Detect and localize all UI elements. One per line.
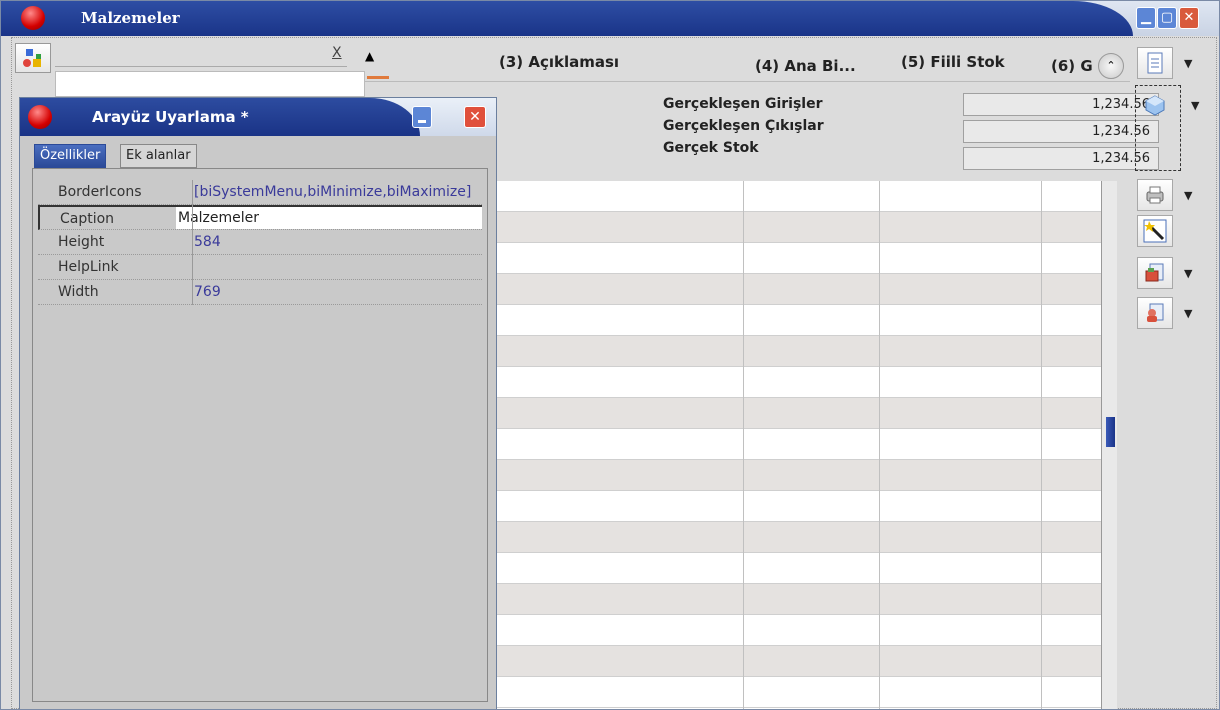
close-button[interactable]: ✕ — [1179, 7, 1199, 29]
total-label-cikislar: Gerçekleşen Çıkışlar — [663, 118, 824, 134]
dialog-orb-icon[interactable] — [28, 105, 52, 129]
minimize-button[interactable]: ▁ — [1136, 7, 1156, 29]
property-row[interactable]: HelpLink — [38, 255, 482, 280]
window-title: Malzemeler — [81, 9, 180, 27]
title-bar: Malzemeler ▁ ▢ ✕ — [1, 1, 1219, 36]
table-row[interactable] — [497, 367, 1101, 398]
property-name: BorderIcons — [58, 184, 142, 200]
total-value-gercek-stok: 1,234.56 — [963, 147, 1159, 170]
shapes-icon — [23, 49, 41, 67]
scrollbar-thumb[interactable] — [1106, 417, 1115, 447]
dialog-title: Arayüz Uyarlama * — [92, 108, 249, 126]
filter-input[interactable] — [55, 45, 347, 67]
tab-ozellikler[interactable]: Özellikler — [34, 144, 107, 168]
total-value-girisler: 1,234.56 — [963, 93, 1159, 116]
column-header-6[interactable]: (6) G — [1051, 57, 1093, 75]
minimize-icon — [418, 120, 426, 123]
property-value: 769 — [194, 284, 221, 300]
dialog-title-bar: Arayüz Uyarlama * ✕ — [20, 98, 496, 136]
table-row[interactable] — [497, 274, 1101, 305]
sort-indicator — [367, 76, 389, 79]
column-header-fiili-stok[interactable]: (5) Fiili Stok — [901, 53, 1005, 71]
property-row[interactable]: Height 584 — [38, 230, 482, 255]
wizard-button[interactable] — [1137, 215, 1173, 247]
property-value: [biSystemMenu,biMinimize,biMaximize] — [194, 184, 472, 200]
wand-icon — [1143, 219, 1167, 243]
document-button[interactable] — [1137, 47, 1173, 79]
total-label-gercek-stok: Gerçek Stok — [663, 140, 759, 156]
filter-clear-button[interactable]: X — [332, 45, 342, 61]
report-dropdown-arrow[interactable]: ▼ — [1184, 267, 1192, 280]
table-row[interactable] — [497, 212, 1101, 243]
table-row[interactable] — [497, 305, 1101, 336]
scroll-up-button[interactable]: ⌃ — [1098, 53, 1124, 79]
property-name: Width — [58, 284, 99, 300]
property-row[interactable]: BorderIcons [biSystemMenu,biMinimize,biM… — [38, 180, 482, 205]
property-name: Caption — [60, 211, 115, 227]
filter-value-field[interactable] — [55, 71, 365, 97]
customize-dialog: Arayüz Uyarlama * ✕ Özellikler Ek alanla… — [19, 97, 497, 709]
print-dropdown-arrow[interactable]: ▼ — [1184, 189, 1192, 202]
dialog-minimize-button[interactable] — [412, 106, 432, 128]
table-row[interactable] — [497, 615, 1101, 646]
column-header-ana-birim[interactable]: (4) Ana Bi... — [755, 57, 856, 75]
cube-icon — [1145, 95, 1165, 116]
property-edit-field[interactable]: Malzemeler — [176, 207, 482, 229]
property-value: 584 — [194, 234, 221, 250]
document-dropdown-arrow[interactable]: ▼ — [1184, 57, 1192, 70]
property-row[interactable]: Width 769 — [38, 280, 482, 305]
table-row[interactable] — [497, 491, 1101, 522]
table-row[interactable] — [497, 646, 1101, 677]
table-row[interactable] — [497, 553, 1101, 584]
table-row[interactable] — [497, 429, 1101, 460]
document-icon — [1147, 52, 1163, 74]
document-user-dropdown-arrow[interactable]: ▼ — [1184, 307, 1192, 320]
table-row[interactable] — [497, 336, 1101, 367]
total-label-girisler: Gerçekleşen Girişler — [663, 96, 823, 112]
filter-tool-button[interactable] — [15, 43, 51, 73]
report-button[interactable] — [1137, 257, 1173, 289]
printer-icon — [1146, 186, 1164, 204]
tab-ek-alanlar[interactable]: Ek alanlar — [120, 144, 197, 168]
total-value-cikislar: 1,234.56 — [963, 120, 1159, 143]
vertical-scrollbar[interactable] — [1101, 181, 1117, 709]
main-window: Malzemeler ▁ ▢ ✕ X ▲ (3) Açıklaması (4) … — [0, 0, 1220, 710]
print-button[interactable] — [1137, 179, 1173, 211]
report-icon — [1145, 263, 1164, 282]
cube-button[interactable] — [1137, 89, 1173, 121]
table-row[interactable] — [497, 243, 1101, 274]
property-row-selected[interactable]: Caption Malzemeler — [38, 205, 482, 230]
table-row[interactable] — [497, 677, 1101, 708]
table-row[interactable] — [497, 460, 1101, 491]
sort-asc-icon[interactable]: ▲ — [365, 49, 374, 63]
table-row[interactable] — [497, 398, 1101, 429]
table-row[interactable] — [497, 584, 1101, 615]
table-row[interactable] — [497, 181, 1101, 212]
cube-dropdown-arrow[interactable]: ▼ — [1191, 99, 1199, 112]
maximize-button[interactable]: ▢ — [1157, 7, 1177, 29]
column-header-aciklamasi[interactable]: (3) Açıklaması — [499, 53, 619, 71]
document-user-icon — [1147, 303, 1164, 322]
document-user-button[interactable] — [1137, 297, 1173, 329]
app-orb-icon[interactable] — [21, 6, 45, 30]
property-name: HelpLink — [58, 259, 119, 275]
table-row[interactable] — [497, 522, 1101, 553]
property-name: Height — [58, 234, 105, 250]
dialog-close-button[interactable]: ✕ — [464, 106, 486, 128]
